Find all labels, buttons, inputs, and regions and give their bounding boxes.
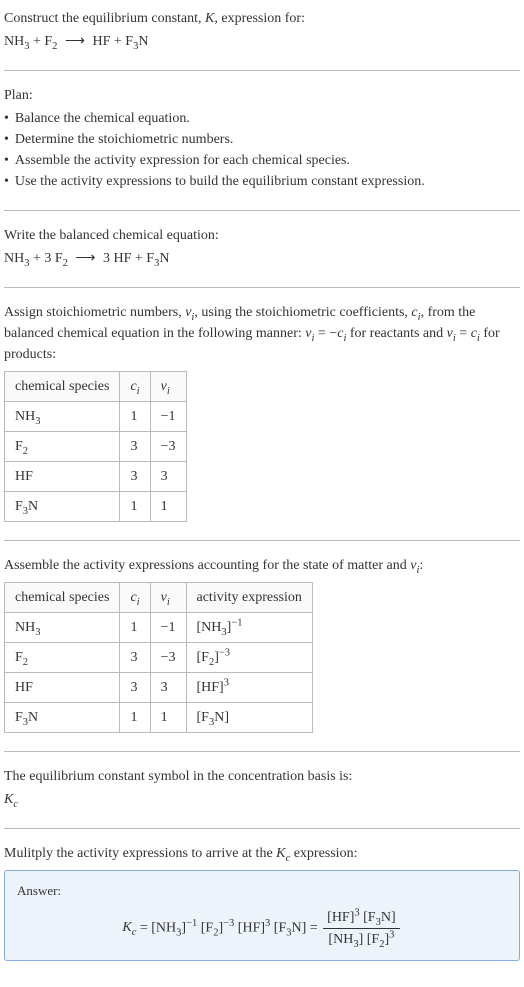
td-ci: 1 xyxy=(120,402,150,432)
activity-section: Assemble the activity expressions accoun… xyxy=(4,555,520,733)
divider xyxy=(4,70,520,71)
td-vi: −1 xyxy=(150,613,186,643)
bullet-icon: • xyxy=(4,129,9,150)
td-species: F3N xyxy=(5,703,120,733)
plan-section: Plan: • Balance the chemical equation. • D… xyxy=(4,85,520,192)
plan-item: • Determine the stoichiometric numbers. xyxy=(4,129,520,150)
td-ci: 3 xyxy=(120,432,150,462)
td-ci: 3 xyxy=(120,643,150,673)
stoich-table: chemical species ci νi NH3 1 −1 F2 3 −3 … xyxy=(4,371,187,522)
multiply-intro: Mulitply the activity expressions to arr… xyxy=(4,843,520,864)
symbol-intro: The equilibrium constant symbol in the c… xyxy=(4,766,520,787)
plan-item: • Assemble the activity expression for ea… xyxy=(4,150,520,171)
balanced-title: Write the balanced chemical equation: xyxy=(4,225,520,246)
table-row: NH3 1 −1 [NH3]−1 xyxy=(5,613,313,643)
th-species: chemical species xyxy=(5,372,120,402)
table-header-row: chemical species ci νi xyxy=(5,372,187,402)
th-ci: ci xyxy=(120,583,150,613)
plan-item-text: Balance the chemical equation. xyxy=(15,108,190,129)
th-ci: ci xyxy=(120,372,150,402)
table-row: HF 3 3 [HF]3 xyxy=(5,673,313,703)
intro-section: Construct the equilibrium constant, K, e… xyxy=(4,8,520,52)
bullet-icon: • xyxy=(4,171,9,192)
bullet-icon: • xyxy=(4,108,9,129)
td-vi: −3 xyxy=(150,432,186,462)
plan-item: • Balance the chemical equation. xyxy=(4,108,520,129)
divider xyxy=(4,210,520,211)
td-ci: 1 xyxy=(120,613,150,643)
activity-intro: Assemble the activity expressions accoun… xyxy=(4,555,520,576)
divider xyxy=(4,828,520,829)
plan-title: Plan: xyxy=(4,85,520,106)
table-row: HF 3 3 xyxy=(5,462,187,492)
table-row: F2 3 −3 [F2]−3 xyxy=(5,643,313,673)
th-activity: activity expression xyxy=(186,583,312,613)
divider xyxy=(4,540,520,541)
plan-item-text: Determine the stoichiometric numbers. xyxy=(15,129,234,150)
th-species: chemical species xyxy=(5,583,120,613)
td-vi: 3 xyxy=(150,462,186,492)
activity-table: chemical species ci νi activity expressi… xyxy=(4,582,313,733)
stoich-intro: Assign stoichiometric numbers, νi, using… xyxy=(4,302,520,365)
td-vi: 3 xyxy=(150,673,186,703)
multiply-section: Mulitply the activity expressions to arr… xyxy=(4,843,520,961)
td-species: NH3 xyxy=(5,613,120,643)
td-activity: [F3N] xyxy=(186,703,312,733)
intro-equation: NH3 + F2 ⟶ HF + F3N xyxy=(4,31,520,52)
td-species: F2 xyxy=(5,432,120,462)
table-row: F2 3 −3 xyxy=(5,432,187,462)
intro-line1: Construct the equilibrium constant, K, e… xyxy=(4,8,520,29)
divider xyxy=(4,751,520,752)
plan-list: • Balance the chemical equation. • Determi… xyxy=(4,108,520,192)
td-vi: 1 xyxy=(150,492,186,522)
balanced-section: Write the balanced chemical equation: NH… xyxy=(4,225,520,269)
th-vi: νi xyxy=(150,372,186,402)
symbol-value: Kc xyxy=(4,789,520,810)
th-vi: νi xyxy=(150,583,186,613)
td-vi: −1 xyxy=(150,402,186,432)
plan-item-text: Assemble the activity expression for eac… xyxy=(15,150,350,171)
plan-item-text: Use the activity expressions to build th… xyxy=(15,171,425,192)
answer-box: Answer: Kc = [NH3]−1 [F2]−3 [HF]3 [F3N] … xyxy=(4,870,520,961)
plan-item: • Use the activity expressions to build t… xyxy=(4,171,520,192)
table-row: F3N 1 1 xyxy=(5,492,187,522)
balanced-equation: NH3 + 3 F2 ⟶ 3 HF + F3N xyxy=(4,248,520,269)
table-row: NH3 1 −1 xyxy=(5,402,187,432)
td-species: HF xyxy=(5,673,120,703)
td-species: HF xyxy=(5,462,120,492)
symbol-section: The equilibrium constant symbol in the c… xyxy=(4,766,520,810)
answer-label: Answer: xyxy=(17,881,507,901)
td-activity: [HF]3 xyxy=(186,673,312,703)
td-activity: [NH3]−1 xyxy=(186,613,312,643)
answer-equation: Kc = [NH3]−1 [F2]−3 [HF]3 [F3N] = [HF]3 … xyxy=(17,907,507,950)
td-vi: 1 xyxy=(150,703,186,733)
td-species: NH3 xyxy=(5,402,120,432)
divider xyxy=(4,287,520,288)
td-ci: 3 xyxy=(120,673,150,703)
bullet-icon: • xyxy=(4,150,9,171)
td-ci: 1 xyxy=(120,492,150,522)
table-row: F3N 1 1 [F3N] xyxy=(5,703,313,733)
td-species: F3N xyxy=(5,492,120,522)
td-ci: 1 xyxy=(120,703,150,733)
td-species: F2 xyxy=(5,643,120,673)
td-activity: [F2]−3 xyxy=(186,643,312,673)
table-header-row: chemical species ci νi activity expressi… xyxy=(5,583,313,613)
td-vi: −3 xyxy=(150,643,186,673)
td-ci: 3 xyxy=(120,462,150,492)
stoich-section: Assign stoichiometric numbers, νi, using… xyxy=(4,302,520,522)
